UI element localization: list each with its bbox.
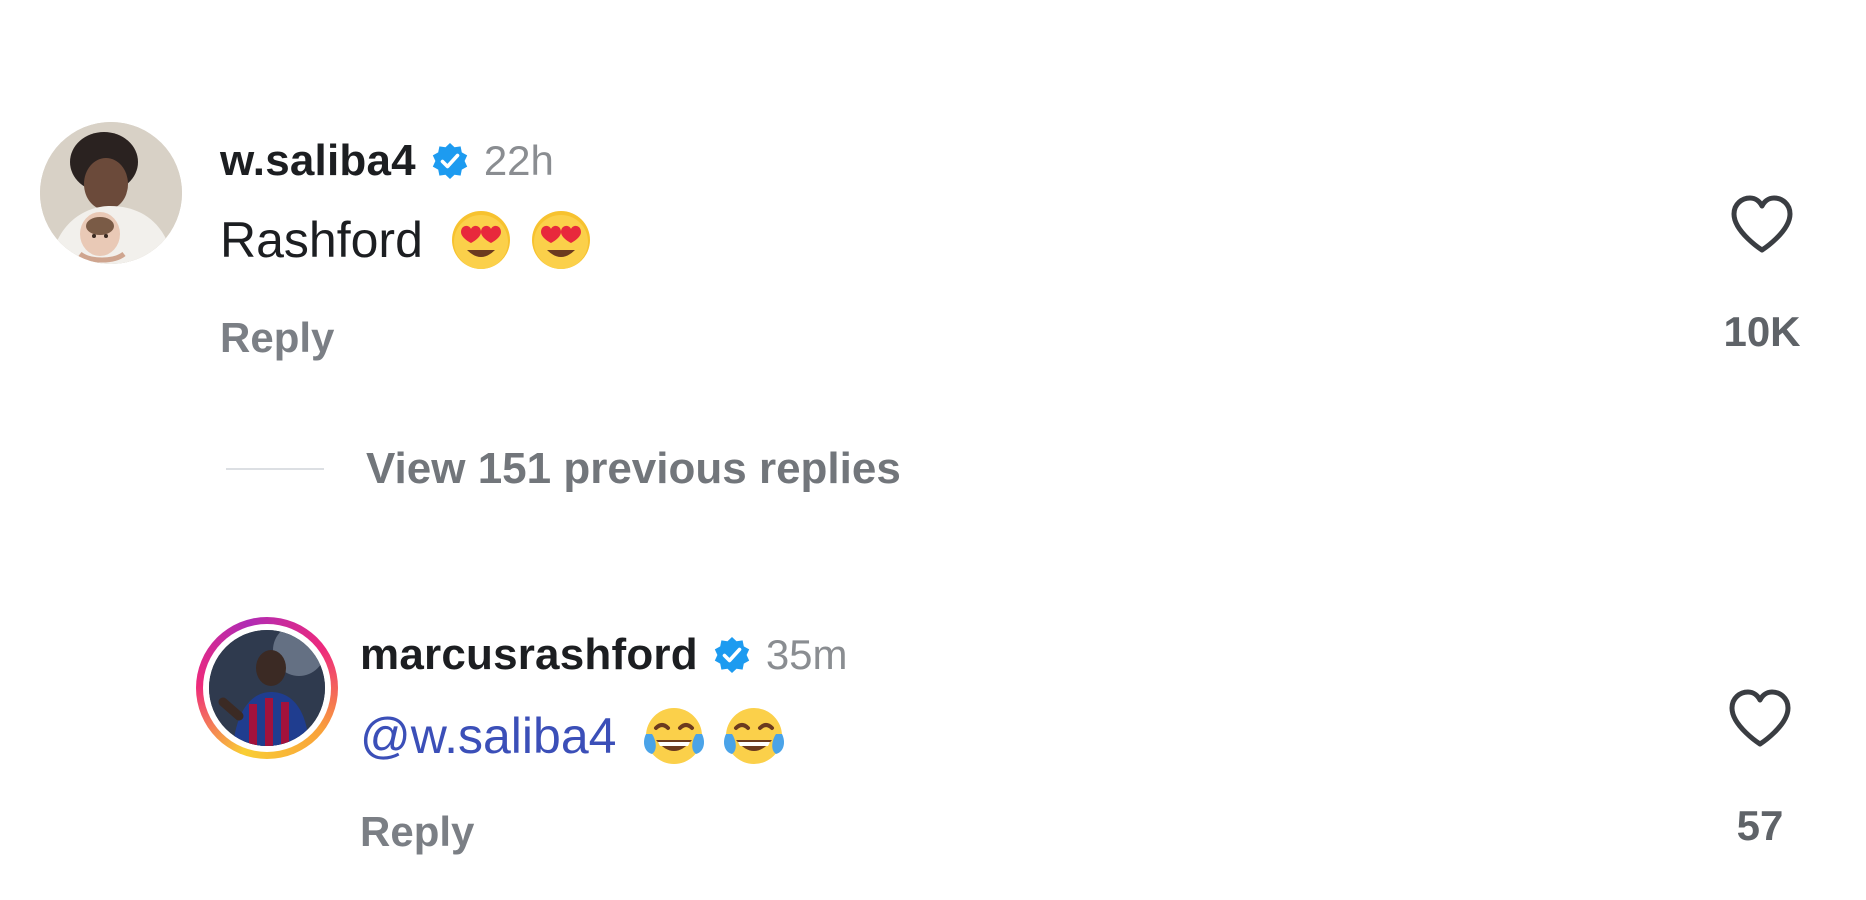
heart-icon[interactable] bbox=[1726, 688, 1794, 750]
comment-body: Rashford bbox=[220, 208, 593, 272]
timestamp: 22h bbox=[483, 137, 554, 184]
view-previous-replies-label: View 151 previous replies bbox=[366, 444, 901, 493]
clipped-previous-content: ────────────── bbox=[380, 0, 780, 6]
comment-header: marcusrashford 35m bbox=[360, 630, 848, 680]
username[interactable]: w.saliba4 bbox=[220, 136, 416, 186]
comment-body: @w.saliba4 bbox=[360, 704, 786, 768]
heart-eyes-emoji-icon bbox=[531, 211, 590, 269]
avatar-photo bbox=[209, 630, 325, 746]
timestamp: 35m bbox=[765, 631, 848, 678]
like-count: 57 bbox=[1736, 802, 1784, 849]
heart-eyes-emoji-icon bbox=[451, 211, 510, 269]
view-previous-replies-button[interactable]: View 151 previous replies bbox=[226, 444, 901, 494]
heart-icon[interactable] bbox=[1728, 194, 1796, 256]
avatar-ring-gap bbox=[203, 624, 331, 752]
mention-link[interactable]: @w.saliba4 bbox=[360, 707, 616, 765]
avatar[interactable] bbox=[40, 122, 182, 264]
tears-of-joy-emoji-icon bbox=[724, 708, 785, 764]
comment-text: Rashford bbox=[220, 212, 423, 268]
comment-header: w.saliba4 22h bbox=[220, 136, 554, 186]
tears-of-joy-emoji-icon bbox=[644, 708, 705, 764]
username[interactable]: marcusrashford bbox=[360, 630, 698, 680]
thread-divider bbox=[226, 468, 324, 470]
like-count: 10K bbox=[1723, 308, 1801, 355]
verified-badge-icon bbox=[432, 143, 468, 179]
avatar bbox=[209, 630, 325, 746]
reply-button[interactable]: Reply bbox=[220, 314, 334, 362]
avatar-story-ring[interactable] bbox=[196, 617, 338, 759]
avatar-photo bbox=[40, 122, 182, 264]
reply-button[interactable]: Reply bbox=[360, 808, 474, 856]
verified-badge-icon bbox=[714, 637, 750, 673]
